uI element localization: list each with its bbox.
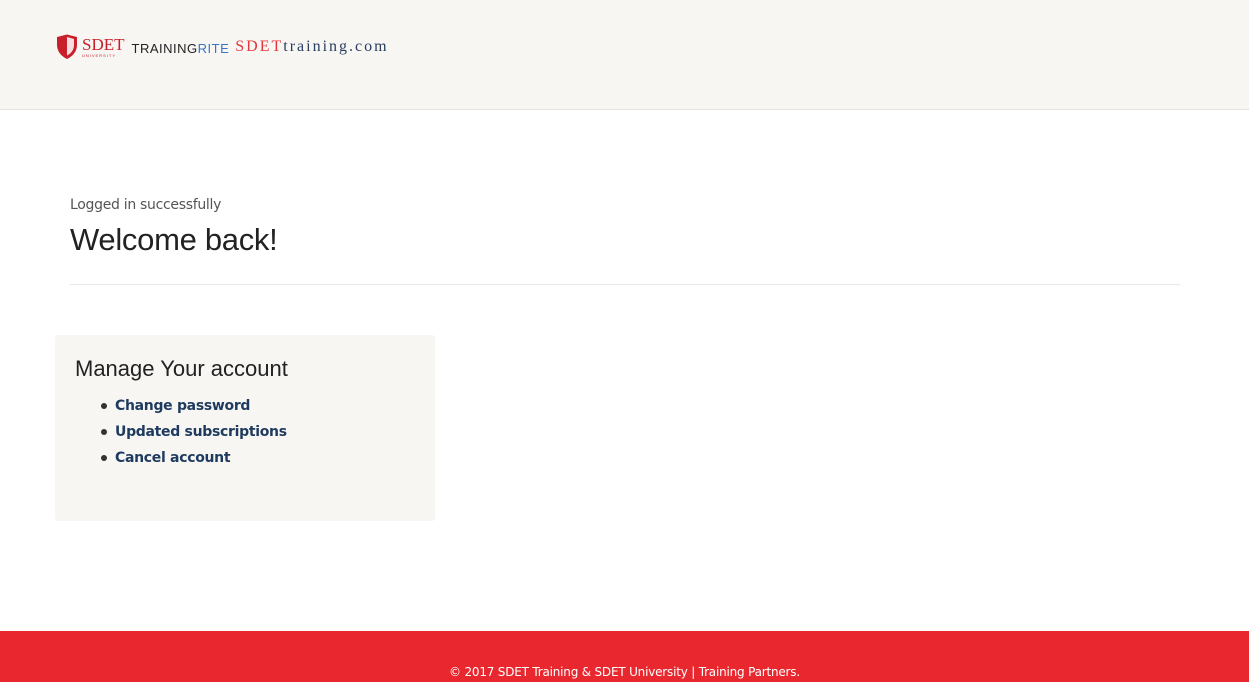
copyright-text: © 2017 SDET Training & SDET University |…	[449, 665, 800, 679]
divider	[70, 284, 1180, 285]
change-password-link[interactable]: Change password	[115, 398, 250, 414]
cancel-account-link[interactable]: Cancel account	[115, 450, 231, 466]
sdet-university-sub: UNIVERSITY	[82, 53, 117, 58]
panel-title: Manage Your account	[75, 356, 288, 381]
sdettraining-logo[interactable]: SDETtraining.com	[235, 38, 388, 56]
account-links-list: Change password Updated subscriptions Ca…	[75, 393, 415, 471]
site-header: SDET UNIVERSITY TRAININGRITE SDETtrainin…	[0, 0, 1249, 110]
bullet-icon	[101, 403, 107, 409]
list-item: Cancel account	[101, 445, 415, 471]
sdet-university-wordmark: SDET UNIVERSITY	[82, 36, 125, 58]
trainingrite-part2: RITE	[197, 40, 230, 56]
sdettraining-part2: training.com	[283, 38, 389, 55]
list-item: Updated subscriptions	[101, 419, 415, 445]
bullet-icon	[101, 455, 107, 461]
bullet-icon	[101, 429, 107, 435]
page-title: Welcome back!	[70, 222, 278, 257]
site-footer: © 2017 SDET Training & SDET University |…	[0, 631, 1249, 682]
sdet-university-logo[interactable]: SDET UNIVERSITY	[55, 34, 125, 60]
login-status-message: Logged in successfully	[70, 197, 222, 213]
trainingrite-logo[interactable]: TRAININGRITE	[132, 41, 230, 56]
manage-account-panel: Manage Your account Change password Upda…	[55, 335, 435, 521]
shield-icon	[55, 34, 79, 60]
list-item: Change password	[101, 393, 415, 419]
sdet-university-main: SDET	[82, 35, 125, 54]
partner-logos: SDET UNIVERSITY TRAININGRITE SDETtrainin…	[55, 32, 389, 62]
sdettraining-part1: SDET	[235, 38, 284, 55]
updated-subscriptions-link[interactable]: Updated subscriptions	[115, 424, 287, 440]
trainingrite-part1: TRAINING	[131, 40, 198, 56]
